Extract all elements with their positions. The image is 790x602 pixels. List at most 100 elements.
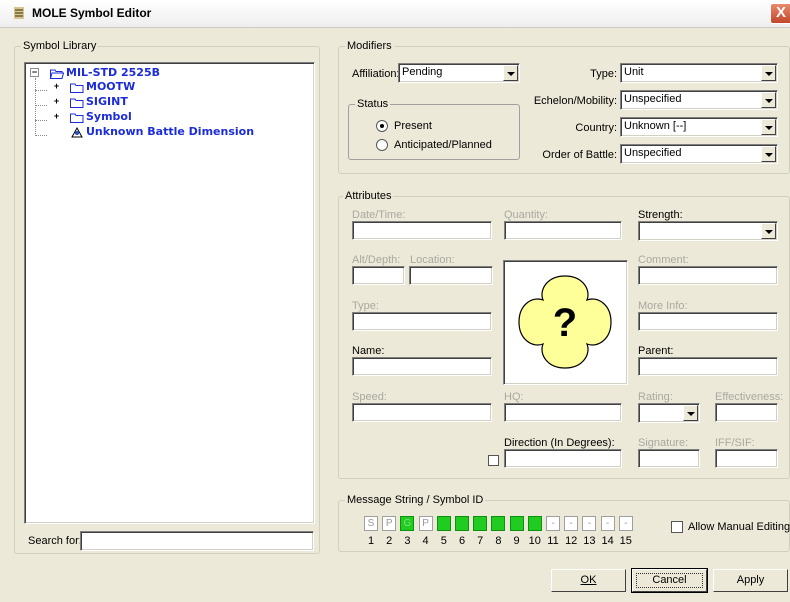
message-char-box	[436, 516, 451, 531]
expander-mootw[interactable]: +	[52, 82, 61, 92]
ok-button[interactable]: OK	[551, 569, 626, 592]
speed-label: Speed:	[352, 391, 387, 403]
echelon-label: Echelon/Mobility:	[533, 95, 617, 107]
status-anticipated-label[interactable]: Anticipated/Planned	[394, 139, 492, 151]
date-time-label: Date/Time:	[352, 209, 406, 221]
rating-select[interactable]	[638, 403, 700, 423]
window-title: MOLE Symbol Editor	[32, 6, 152, 20]
message-char-box: -	[546, 516, 560, 531]
status-present-label[interactable]: Present	[394, 120, 432, 132]
message-char-index: 9	[513, 535, 520, 547]
order-of-battle-select[interactable]: Unspecified	[620, 144, 778, 164]
chevron-down-icon[interactable]	[761, 146, 776, 162]
hq-label: HQ:	[504, 391, 524, 403]
tree-item-mil-std-2525b[interactable]: MIL-STD 2525B	[66, 66, 160, 79]
more-info-label: More Info:	[638, 300, 688, 312]
iff-sif-field[interactable]	[715, 449, 778, 468]
signature-field[interactable]	[638, 449, 700, 468]
speed-field[interactable]	[352, 403, 492, 422]
type-label: Type:	[590, 68, 617, 80]
chevron-down-icon[interactable]	[761, 119, 776, 135]
chevron-down-icon[interactable]	[683, 405, 698, 421]
message-string-legend: Message String / Symbol ID	[345, 494, 486, 506]
iff-sif-label: IFF/SIF:	[715, 437, 755, 449]
direction-field[interactable]	[504, 449, 622, 468]
message-char-box: -	[600, 516, 615, 531]
rating-label: Rating:	[638, 391, 673, 403]
search-input[interactable]	[80, 531, 314, 551]
comment-field[interactable]	[638, 266, 778, 285]
chevron-down-icon[interactable]	[761, 223, 776, 239]
more-info-field[interactable]	[638, 312, 778, 331]
tree-item-mootw[interactable]: MOOTW	[86, 80, 135, 93]
order-of-battle-label: Order of Battle:	[542, 149, 617, 161]
message-char-index: 7	[477, 535, 484, 547]
message-char-box	[509, 516, 524, 531]
comment-label: Comment:	[638, 254, 689, 266]
effectiveness-field[interactable]	[715, 403, 778, 422]
chevron-down-icon[interactable]	[503, 65, 518, 81]
message-char-box	[473, 516, 488, 531]
direction-checkbox[interactable]	[488, 455, 499, 466]
message-char-box: -	[582, 516, 597, 531]
message-char-box	[527, 516, 542, 531]
location-field[interactable]	[409, 266, 493, 285]
alt-depth-field[interactable]	[352, 266, 405, 285]
allow-manual-editing-checkbox[interactable]	[671, 521, 683, 533]
tree-item-sigint[interactable]: SIGINT	[86, 95, 128, 108]
apply-button[interactable]: Apply	[713, 569, 788, 592]
folder-icon	[70, 113, 84, 123]
message-char-index: 5	[440, 535, 447, 547]
unknown-symbol-icon: ?	[518, 275, 612, 369]
search-label: Search for:	[28, 535, 82, 547]
status-present-radio[interactable]	[376, 120, 388, 132]
status-anticipated-radio[interactable]	[376, 139, 388, 151]
parent-label: Parent:	[638, 345, 674, 357]
status-legend: Status	[355, 98, 391, 110]
message-char-index: 3	[404, 535, 411, 547]
chevron-down-icon[interactable]	[761, 65, 776, 81]
cancel-button[interactable]: Cancel	[631, 568, 708, 593]
quantity-field[interactable]	[504, 221, 622, 240]
message-char-box: G	[400, 516, 415, 531]
message-char-index: 12	[565, 535, 578, 547]
message-char-box: -	[618, 516, 633, 531]
type-attr-field[interactable]	[352, 312, 492, 331]
allow-manual-editing-label[interactable]: Allow Manual Editing	[688, 521, 790, 533]
message-char-index: 10	[528, 535, 541, 547]
tree-item-symbol[interactable]: Symbol	[86, 110, 132, 123]
expander-mil-std[interactable]: −	[30, 68, 39, 77]
expander-sigint[interactable]: +	[52, 97, 61, 107]
affiliation-select[interactable]: Pending	[398, 63, 520, 83]
symbol-preview: ?	[503, 260, 628, 385]
close-button[interactable]: X	[770, 3, 790, 24]
date-time-field[interactable]	[352, 221, 492, 240]
parent-field[interactable]	[638, 357, 778, 376]
chevron-down-icon[interactable]	[761, 92, 776, 108]
message-char-box: -	[564, 516, 579, 531]
title-bar: MOLE Symbol Editor X	[0, 0, 790, 28]
type-select[interactable]: Unit	[620, 63, 778, 83]
message-char-index: 11	[547, 535, 559, 547]
mole-app-icon	[14, 7, 24, 19]
status-group: Status	[348, 98, 520, 160]
signature-label: Signature:	[638, 437, 689, 449]
country-select[interactable]: Unknown [--]	[620, 117, 778, 137]
message-char-box: S	[364, 516, 378, 531]
type-attr-label: Type:	[352, 300, 379, 312]
hq-field[interactable]	[504, 403, 622, 422]
name-field[interactable]	[352, 357, 492, 376]
symbol-library-legend: Symbol Library	[21, 40, 99, 52]
direction-label: Direction (In Degrees):	[504, 437, 615, 449]
name-label: Name:	[352, 345, 385, 357]
folder-icon	[70, 83, 84, 93]
message-char-box	[455, 516, 469, 531]
strength-label: Strength:	[638, 209, 683, 221]
echelon-select[interactable]: Unspecified	[620, 90, 778, 110]
symbol-icon	[71, 126, 83, 138]
tree-item-unknown-battle-dimension[interactable]: Unknown Battle Dimension	[86, 125, 254, 138]
expander-symbol[interactable]: +	[52, 112, 61, 122]
message-char-index: 15	[619, 535, 632, 547]
alt-depth-label: Alt/Depth:	[352, 254, 401, 266]
strength-select[interactable]	[638, 221, 778, 241]
